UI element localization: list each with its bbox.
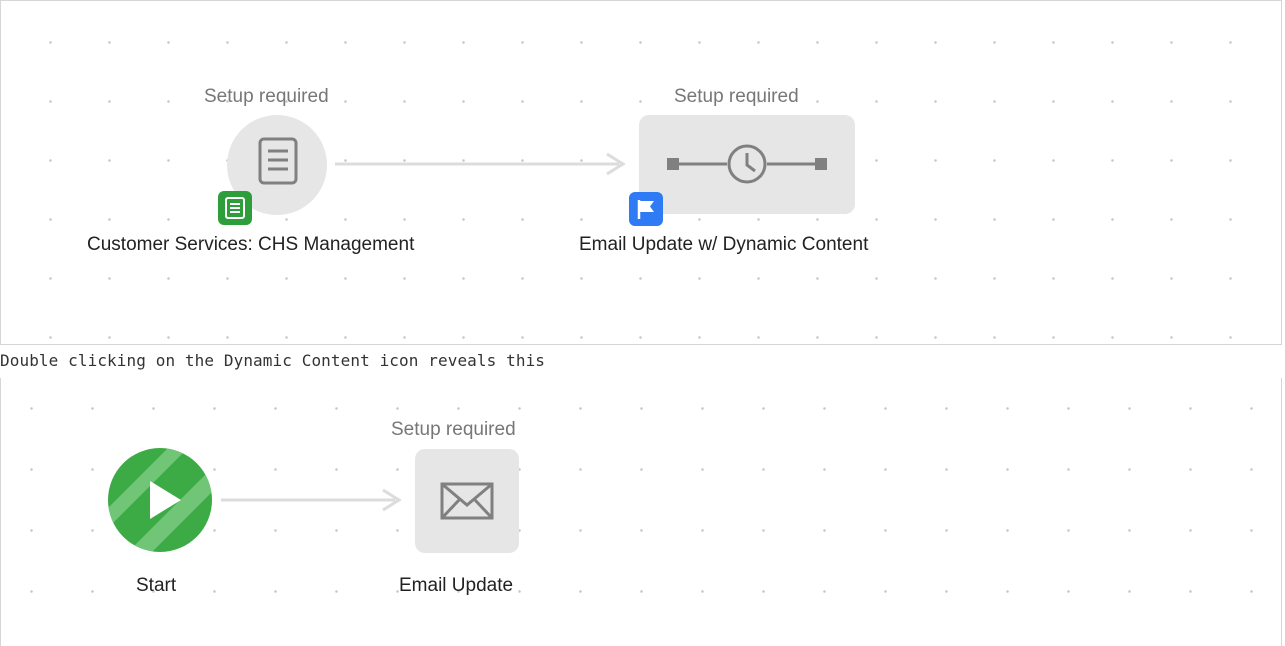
flag-badge-icon <box>629 192 663 226</box>
wait-node[interactable] <box>639 115 855 214</box>
node-1-label: Customer Services: CHS Management <box>87 234 415 255</box>
email-node-label: Email Update <box>399 575 514 596</box>
wait-timer-icon <box>667 144 827 184</box>
play-icon <box>108 448 212 552</box>
node-1-status: Setup required <box>204 86 329 107</box>
workflow-canvas-bottom[interactable]: Start Setup required Email Update <box>0 378 1282 646</box>
email-node-status: Setup required <box>391 419 516 440</box>
caption-text: Double clicking on the Dynamic Content i… <box>0 351 546 370</box>
workflow-canvas-top[interactable]: Setup required Customer Services: CHS Ma… <box>0 0 1282 345</box>
connector-arrow-2 <box>221 488 402 512</box>
node-2-status: Setup required <box>674 86 799 107</box>
start-node[interactable] <box>108 448 212 552</box>
connector-arrow <box>335 152 626 176</box>
email-node[interactable] <box>415 449 519 553</box>
envelope-icon <box>440 482 494 520</box>
node-2-label: Email Update w/ Dynamic Content <box>579 234 869 255</box>
form-badge-icon <box>218 191 252 225</box>
start-label: Start <box>136 575 177 596</box>
